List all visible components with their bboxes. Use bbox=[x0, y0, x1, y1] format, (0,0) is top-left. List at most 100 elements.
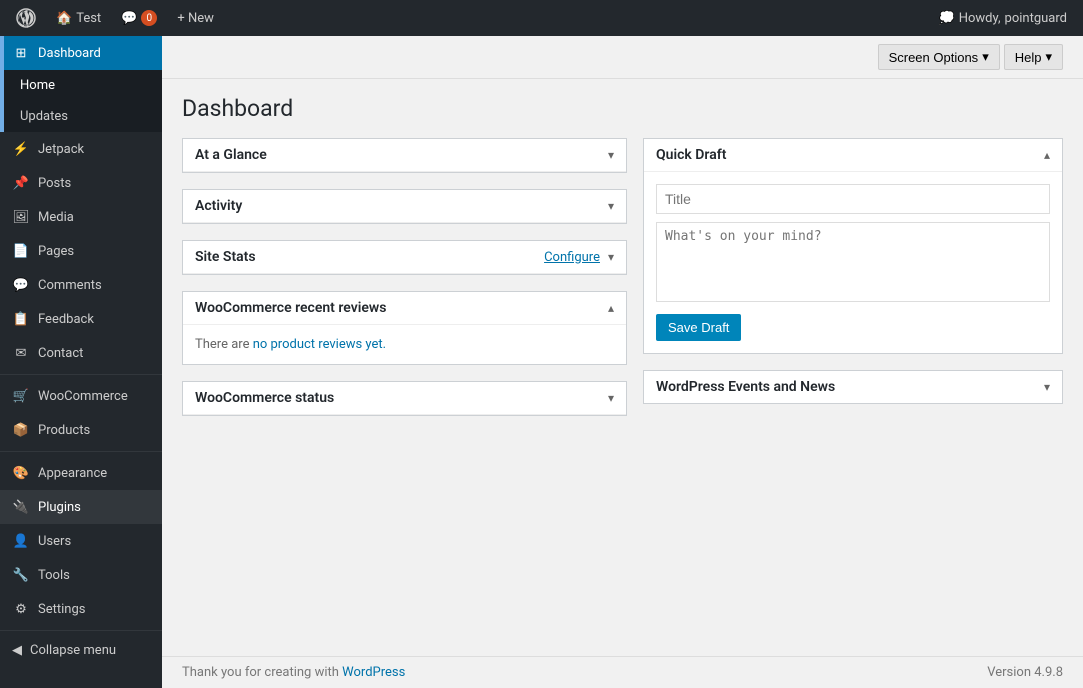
quick-draft-title: Quick Draft bbox=[656, 147, 726, 163]
new-label: + New bbox=[177, 11, 214, 26]
woo-reviews-body: There are no product reviews yet. bbox=[183, 325, 626, 364]
settings-icon: ⚙ bbox=[12, 600, 30, 618]
plugins-icon: 🔌 bbox=[12, 498, 30, 516]
tools-icon: 🔧 bbox=[12, 566, 30, 584]
footer-version: Version 4.9.8 bbox=[987, 665, 1063, 680]
products-icon: 📦 bbox=[12, 421, 30, 439]
activity-widget: Activity bbox=[182, 189, 627, 224]
quick-draft-toggle[interactable] bbox=[1044, 148, 1050, 162]
at-a-glance-header[interactable]: At a Glance bbox=[183, 139, 626, 172]
howdy-button[interactable]: 💭 Howdy, pointguard bbox=[931, 0, 1075, 36]
activity-title: Activity bbox=[195, 198, 242, 214]
sidebar-item-dashboard[interactable]: ⊞ Dashboard bbox=[0, 36, 162, 70]
settings-label: Settings bbox=[38, 602, 85, 617]
pages-label: Pages bbox=[38, 244, 74, 259]
sidebar-item-settings[interactable]: ⚙ Settings bbox=[0, 592, 162, 626]
sidebar-item-tools[interactable]: 🔧 Tools bbox=[0, 558, 162, 592]
home-label: Home bbox=[20, 78, 55, 93]
sidebar-item-posts[interactable]: 📌 Posts bbox=[0, 166, 162, 200]
comment-icon: 💬 bbox=[121, 11, 137, 26]
woo-reviews-title: WooCommerce recent reviews bbox=[195, 300, 386, 316]
media-icon: 🖼 bbox=[12, 208, 30, 226]
woo-status-header[interactable]: WooCommerce status bbox=[183, 382, 626, 415]
screen-options-chevron: ▾ bbox=[982, 49, 989, 65]
sidebar-item-users[interactable]: 👤 Users bbox=[0, 524, 162, 558]
site-name-button[interactable]: 🏠 Test bbox=[48, 0, 109, 36]
contact-icon: ✉ bbox=[12, 344, 30, 362]
woo-status-toggle[interactable] bbox=[608, 391, 614, 405]
collapse-menu-button[interactable]: ◀ Collapse menu bbox=[0, 635, 162, 666]
sidebar-item-media[interactable]: 🖼 Media bbox=[0, 200, 162, 234]
wp-logo-icon bbox=[16, 8, 36, 28]
woo-status-title: WooCommerce status bbox=[195, 390, 334, 406]
help-label: Help bbox=[1015, 50, 1042, 65]
woo-reviews-toggle[interactable] bbox=[608, 301, 614, 315]
screen-options-label: Screen Options bbox=[889, 50, 979, 65]
wp-events-header[interactable]: WordPress Events and News bbox=[644, 371, 1062, 403]
site-stats-toggle[interactable] bbox=[608, 250, 614, 264]
site-stats-header[interactable]: Site Stats Configure bbox=[183, 241, 626, 274]
posts-icon: 📌 bbox=[12, 174, 30, 192]
comments-button[interactable]: 💬 0 bbox=[113, 0, 165, 36]
feedback-icon: 📋 bbox=[12, 310, 30, 328]
feedback-label: Feedback bbox=[38, 312, 94, 327]
quick-draft-body: Save Draft bbox=[644, 172, 1062, 353]
sidebar-item-updates[interactable]: Updates bbox=[0, 101, 162, 132]
divider-2 bbox=[0, 451, 162, 452]
site-name-label: Test bbox=[76, 11, 101, 26]
wp-events-widget: WordPress Events and News bbox=[643, 370, 1063, 404]
howdy-text: Howdy, bbox=[959, 11, 1001, 26]
sidebar-item-home[interactable]: Home bbox=[0, 70, 162, 101]
jetpack-icon: ⚡ bbox=[12, 140, 30, 158]
quick-draft-body-input[interactable] bbox=[656, 222, 1050, 302]
sidebar: ⊞ Dashboard Home Updates ⚡ Jetpack 📌 Pos… bbox=[0, 36, 162, 688]
screen-options-button[interactable]: Screen Options ▾ bbox=[878, 44, 1000, 70]
at-a-glance-toggle[interactable] bbox=[608, 148, 614, 162]
activity-toggle[interactable] bbox=[608, 199, 614, 213]
plugins-label: Plugins bbox=[38, 500, 81, 515]
content-main: Dashboard At a Glance Activity bbox=[162, 79, 1083, 656]
woo-reviews-header[interactable]: WooCommerce recent reviews bbox=[183, 292, 626, 325]
speech-bubble-icon: 💭 bbox=[939, 11, 955, 26]
site-stats-configure-link[interactable]: Configure bbox=[544, 250, 600, 265]
footer-left: Thank you for creating with WordPress bbox=[182, 665, 405, 680]
content-header: Screen Options ▾ Help ▾ bbox=[162, 36, 1083, 79]
wp-events-toggle[interactable] bbox=[1044, 380, 1050, 394]
pages-icon: 📄 bbox=[12, 242, 30, 260]
footer-wordpress-link[interactable]: WordPress bbox=[342, 665, 405, 680]
comments-icon: 💬 bbox=[12, 276, 30, 294]
quick-draft-title-input[interactable] bbox=[656, 184, 1050, 214]
jetpack-label: Jetpack bbox=[38, 142, 84, 157]
sidebar-item-plugins[interactable]: 🔌 Plugins bbox=[0, 490, 162, 524]
no-reviews-link[interactable]: no product reviews yet. bbox=[253, 337, 386, 352]
divider-3 bbox=[0, 630, 162, 631]
dashboard-section: ⊞ Dashboard Home Updates bbox=[0, 36, 162, 132]
sidebar-item-jetpack[interactable]: ⚡ Jetpack bbox=[0, 132, 162, 166]
sidebar-item-pages[interactable]: 📄 Pages bbox=[0, 234, 162, 268]
updates-label: Updates bbox=[20, 109, 68, 124]
admin-bar: 🏠 Test 💬 0 + New 💭 Howdy, pointguard bbox=[0, 0, 1083, 36]
activity-header[interactable]: Activity bbox=[183, 190, 626, 223]
save-draft-button[interactable]: Save Draft bbox=[656, 314, 741, 341]
quick-draft-header[interactable]: Quick Draft bbox=[644, 139, 1062, 172]
dashboard-label: Dashboard bbox=[38, 46, 101, 61]
home-icon: 🏠 bbox=[56, 11, 72, 26]
dashboard-columns: At a Glance Activity S bbox=[182, 138, 1063, 432]
sidebar-item-appearance[interactable]: 🎨 Appearance bbox=[0, 456, 162, 490]
wp-logo-button[interactable] bbox=[8, 0, 44, 36]
sidebar-item-comments[interactable]: 💬 Comments bbox=[0, 268, 162, 302]
at-a-glance-title: At a Glance bbox=[195, 147, 267, 163]
at-a-glance-widget: At a Glance bbox=[182, 138, 627, 173]
sidebar-item-products[interactable]: 📦 Products bbox=[0, 413, 162, 447]
no-reviews-pre: There are bbox=[195, 337, 253, 352]
new-content-button[interactable]: + New bbox=[169, 0, 222, 36]
quick-draft-widget: Quick Draft Save Draft bbox=[643, 138, 1063, 354]
sidebar-item-feedback[interactable]: 📋 Feedback bbox=[0, 302, 162, 336]
sidebar-item-contact[interactable]: ✉ Contact bbox=[0, 336, 162, 370]
products-label: Products bbox=[38, 423, 90, 438]
help-button[interactable]: Help ▾ bbox=[1004, 44, 1063, 70]
sidebar-item-woocommerce[interactable]: 🛒 WooCommerce bbox=[0, 379, 162, 413]
plugins-row: 🔌 Plugins Installed Plugins Add New E bbox=[0, 490, 162, 524]
collapse-label: Collapse menu bbox=[30, 643, 116, 658]
username-label: pointguard bbox=[1005, 11, 1067, 26]
